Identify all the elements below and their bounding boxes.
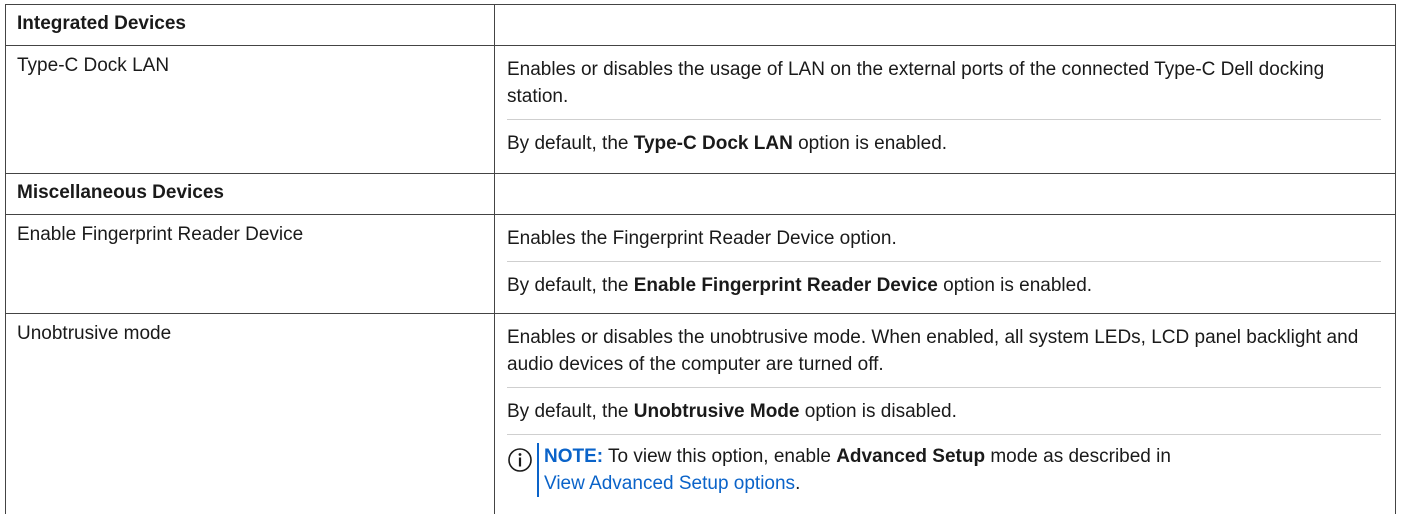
- section-title: Integrated Devices: [17, 13, 186, 34]
- setting-name: Unobtrusive mode: [17, 323, 172, 344]
- section-header-empty-cell: [494, 4, 1396, 46]
- table-row: Enable Fingerprint Reader Device Enables…: [5, 214, 1396, 314]
- setting-description-cell: Enables the Fingerprint Reader Device op…: [494, 214, 1396, 314]
- setting-description-cell: Enables or disables the usage of LAN on …: [494, 45, 1396, 174]
- section-header-empty-cell: [494, 173, 1396, 215]
- note-text: NOTE: To view this option, enable Advanc…: [537, 443, 1171, 497]
- section-header-cell: Miscellaneous Devices: [5, 173, 495, 215]
- table-row: Unobtrusive mode Enables or disables the…: [5, 313, 1396, 514]
- section-header-row: Integrated Devices: [5, 4, 1396, 46]
- info-circle-icon: [507, 447, 533, 473]
- setting-name: Enable Fingerprint Reader Device: [17, 224, 304, 245]
- section-header-cell: Integrated Devices: [5, 4, 495, 46]
- advanced-setup-link[interactable]: View Advanced Setup options: [544, 473, 795, 494]
- setting-description-cell: Enables or disables the unobtrusive mode…: [494, 313, 1396, 514]
- setting-description: Enables or disables the usage of LAN on …: [507, 46, 1381, 120]
- setting-name-cell: Enable Fingerprint Reader Device: [5, 214, 495, 314]
- setting-description: Enables or disables the unobtrusive mode…: [507, 314, 1381, 388]
- note-label: NOTE:: [544, 446, 604, 467]
- setting-description: Enables the Fingerprint Reader Device op…: [507, 215, 1381, 262]
- setting-default: By default, the Unobtrusive Mode option …: [507, 388, 1381, 435]
- table-row: Type-C Dock LAN Enables or disables the …: [5, 45, 1396, 174]
- setting-name: Type-C Dock LAN: [17, 55, 170, 76]
- setting-default: By default, the Enable Fingerprint Reade…: [507, 275, 1093, 296]
- setting-name-cell: Unobtrusive mode: [5, 313, 495, 514]
- setting-default: By default, the Type-C Dock LAN option i…: [507, 133, 948, 154]
- section-title: Miscellaneous Devices: [17, 182, 224, 203]
- note-box: NOTE: To view this option, enable Advanc…: [507, 435, 1381, 501]
- settings-table: Integrated Devices Type-C Dock LAN Enabl…: [5, 4, 1396, 514]
- setting-name-cell: Type-C Dock LAN: [5, 45, 495, 174]
- section-header-row: Miscellaneous Devices: [5, 173, 1396, 215]
